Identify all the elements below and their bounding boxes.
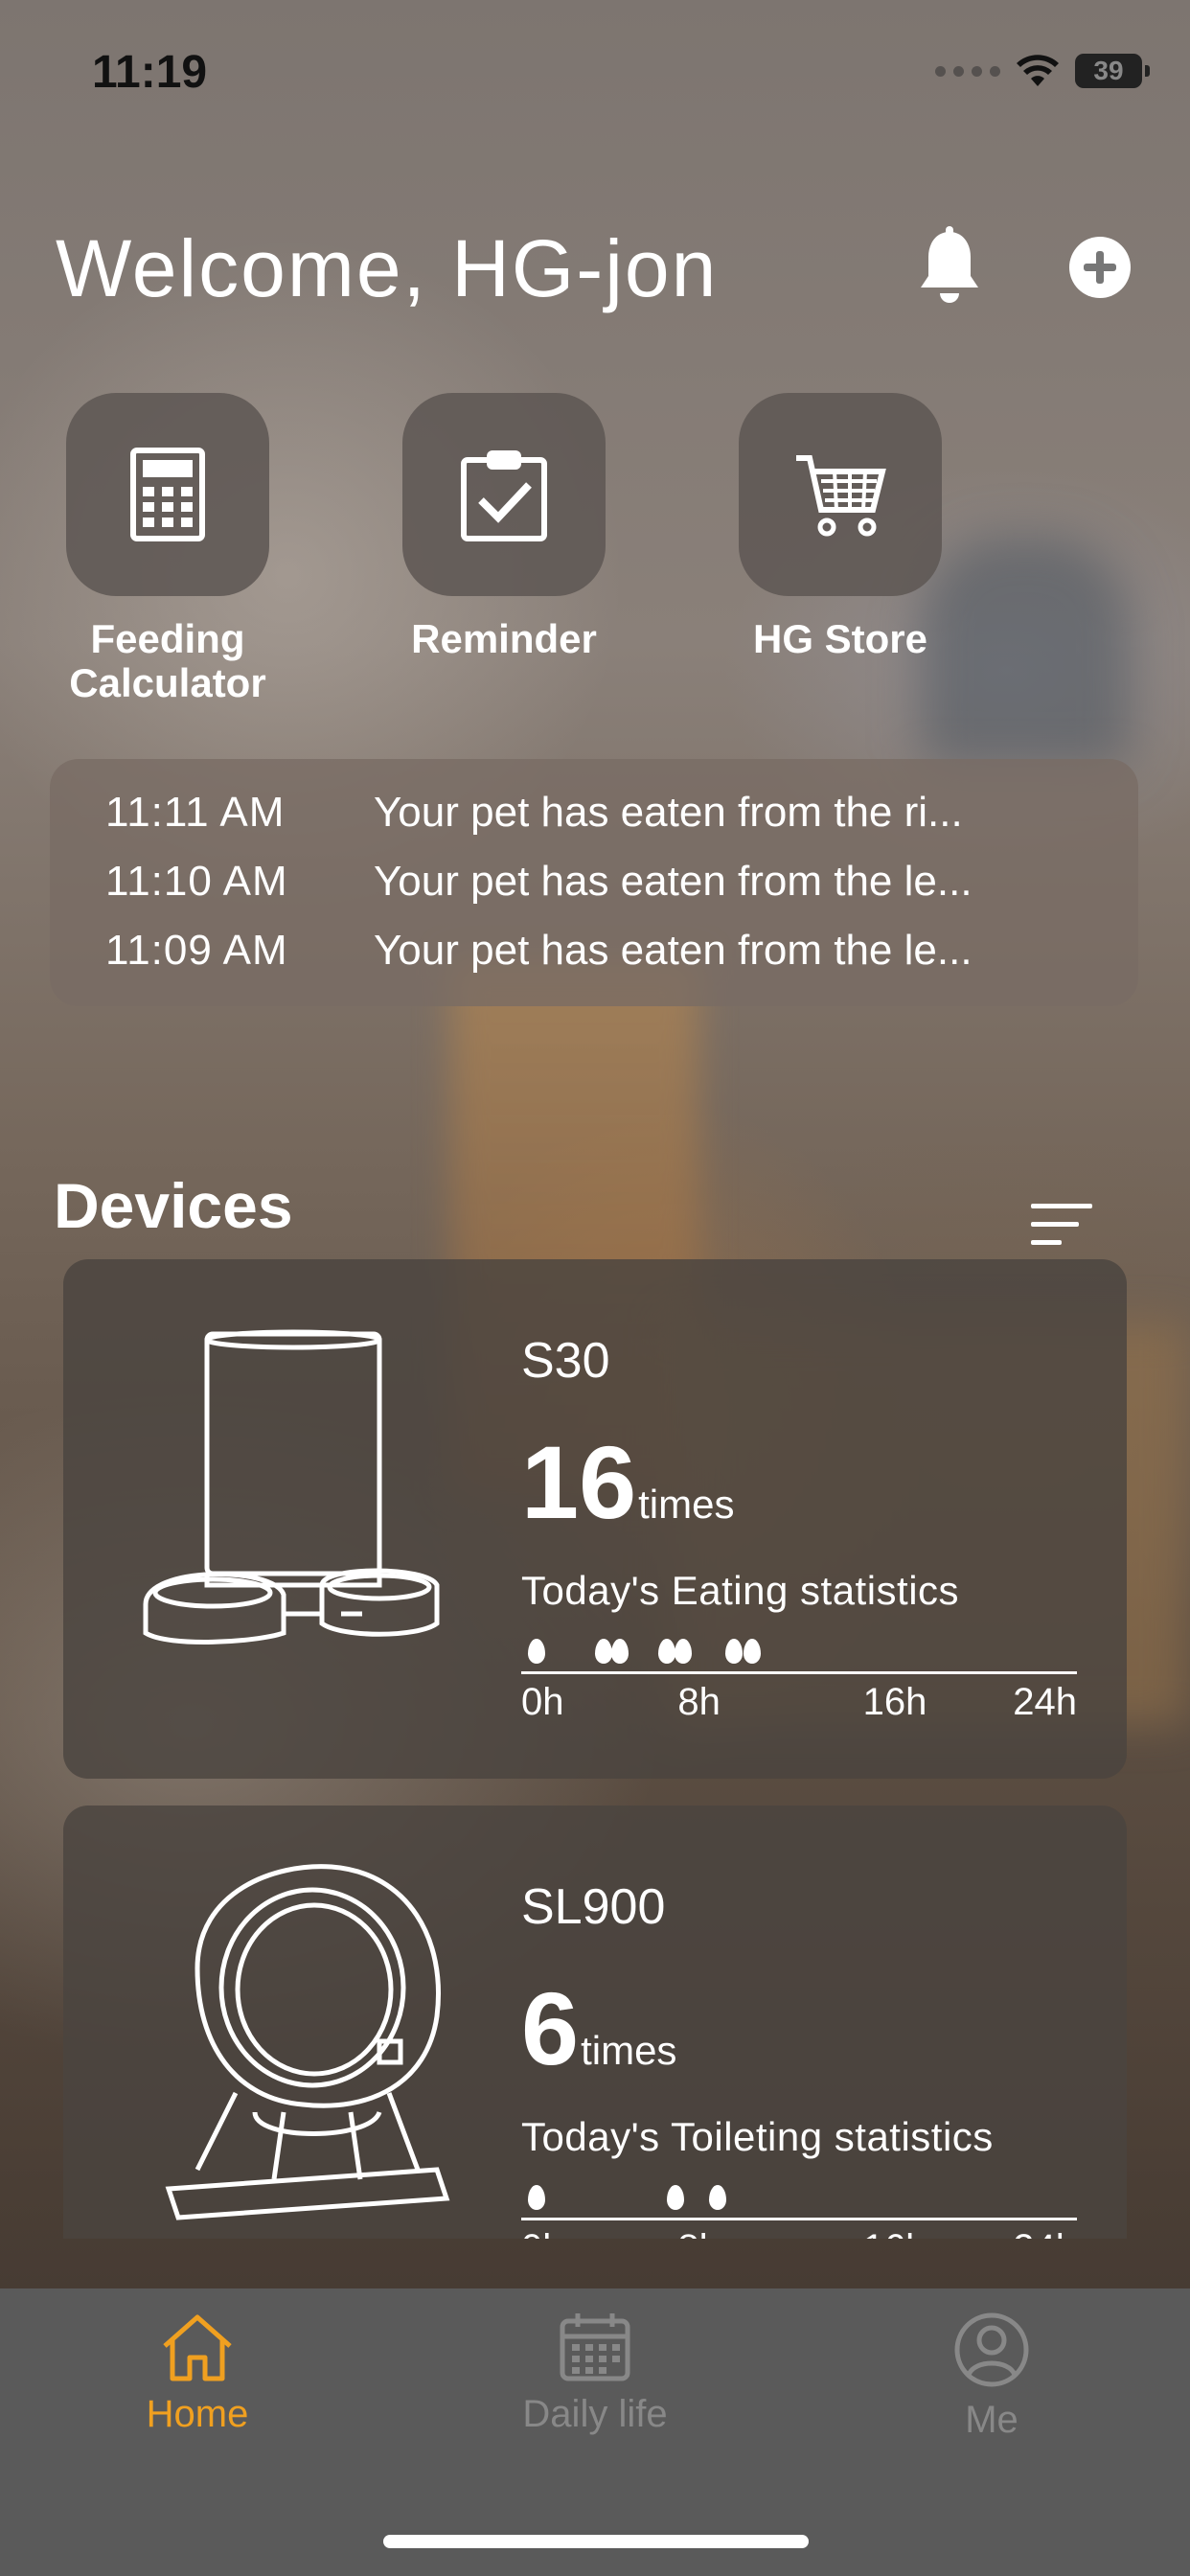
timeline-tick-label: 16h	[863, 2227, 927, 2239]
event-marker	[744, 1639, 761, 1664]
device-count: 6times	[521, 1968, 676, 2088]
reminder-tile[interactable]	[402, 393, 606, 596]
shopping-cart-icon	[796, 455, 886, 537]
device-name: SL900	[521, 1879, 666, 1935]
device-card-s30[interactable]: S30 16times Today's Eating statistics 0h…	[63, 1259, 1127, 1779]
timeline-tick-label: 16h	[862, 1681, 927, 1723]
statistics-label: Today's Eating statistics	[521, 1568, 960, 1613]
eating-timeline: 0h 8h 16h 24h	[521, 1633, 1077, 1729]
activity-message: Your pet has eaten from the le...	[374, 927, 973, 974]
device-name: S30	[521, 1333, 610, 1389]
tab-label: Daily life	[522, 2393, 668, 2435]
activity-time: 11:10 AM	[105, 858, 288, 905]
count-unit: times	[581, 2028, 677, 2073]
profile-icon	[954, 2312, 1029, 2387]
calculator-icon	[130, 448, 205, 541]
welcome-title: Welcome, HG-jon	[56, 223, 719, 313]
timeline-tick-label: 0h	[521, 2227, 564, 2239]
plus-circle-icon	[1069, 237, 1131, 298]
tab-label: Me	[965, 2399, 1018, 2441]
timeline-tick-label: 8h	[677, 2227, 721, 2239]
count-value: 6	[521, 1970, 580, 2086]
clipboard-check-icon	[461, 450, 547, 541]
bell-icon	[921, 226, 978, 303]
timeline-axis	[521, 1671, 1077, 1674]
sort-button[interactable]	[1031, 1204, 1092, 1248]
reminder-label: Reminder	[411, 616, 597, 661]
notifications-button[interactable]	[915, 226, 984, 307]
event-marker	[528, 2185, 546, 2210]
event-marker	[708, 2185, 726, 2210]
count-unit: times	[638, 1482, 735, 1527]
timeline-axis	[521, 2218, 1077, 2220]
event-marker	[611, 1639, 629, 1664]
activity-time: 11:09 AM	[105, 927, 288, 974]
hg-store-label: HG Store	[752, 616, 928, 661]
hg-store-tile[interactable]	[739, 393, 942, 596]
device-card-sl900[interactable]: SL900 6times Today's Toileting statistic…	[63, 1806, 1127, 2239]
statistics-label: Today's Toileting statistics	[521, 2114, 994, 2159]
event-marker	[724, 1639, 743, 1664]
activity-item[interactable]: 11:11 AM Your pet has eaten from the ri.…	[105, 778, 1138, 847]
hg-store-button[interactable]: HG Store	[697, 393, 984, 661]
activity-item[interactable]: 11:09 AM Your pet has eaten from the le.…	[105, 916, 1138, 985]
activity-time: 11:11 AM	[105, 789, 286, 836]
feeder-device-image	[143, 1329, 440, 1644]
home-icon	[163, 2314, 232, 2381]
reminder-button[interactable]: Reminder	[360, 393, 648, 661]
device-count: 16times	[521, 1422, 735, 1542]
timeline-tick-label: 24h	[1013, 1681, 1077, 1723]
tab-daily-life[interactable]: Daily life	[490, 2312, 700, 2436]
activity-item[interactable]: 11:10 AM Your pet has eaten from the le.…	[105, 847, 1138, 916]
calendar-icon	[560, 2313, 630, 2381]
tab-me[interactable]: Me	[886, 2312, 1097, 2442]
activity-message: Your pet has eaten from the ri...	[374, 789, 963, 836]
timeline-tick-label: 8h	[677, 1681, 721, 1723]
event-marker	[595, 1639, 613, 1664]
feeding-calculator-tile[interactable]	[66, 393, 269, 596]
event-marker	[674, 1639, 692, 1664]
activity-message: Your pet has eaten from the le...	[374, 858, 973, 905]
count-value: 16	[521, 1424, 637, 1540]
event-marker	[528, 1639, 546, 1664]
home-indicator	[383, 2535, 809, 2548]
devices-heading: Devices	[54, 1170, 293, 1241]
feeding-calculator-label: Feeding Calculator	[69, 616, 266, 705]
event-marker	[667, 2185, 685, 2210]
litter-box-device-image	[165, 1864, 450, 2220]
toileting-timeline: 0h 8h 16h 24h	[521, 2179, 1077, 2239]
timeline-tick-label: 24h	[1013, 2227, 1077, 2239]
add-device-button[interactable]	[1068, 236, 1132, 299]
activity-feed[interactable]: 11:11 AM Your pet has eaten from the ri.…	[50, 759, 1138, 1006]
feeding-calculator-button[interactable]: Feeding Calculator	[24, 393, 311, 705]
tab-home[interactable]: Home	[92, 2312, 303, 2436]
event-marker	[657, 1639, 675, 1664]
timeline-tick-label: 0h	[521, 1681, 564, 1723]
tab-label: Home	[146, 2393, 249, 2435]
